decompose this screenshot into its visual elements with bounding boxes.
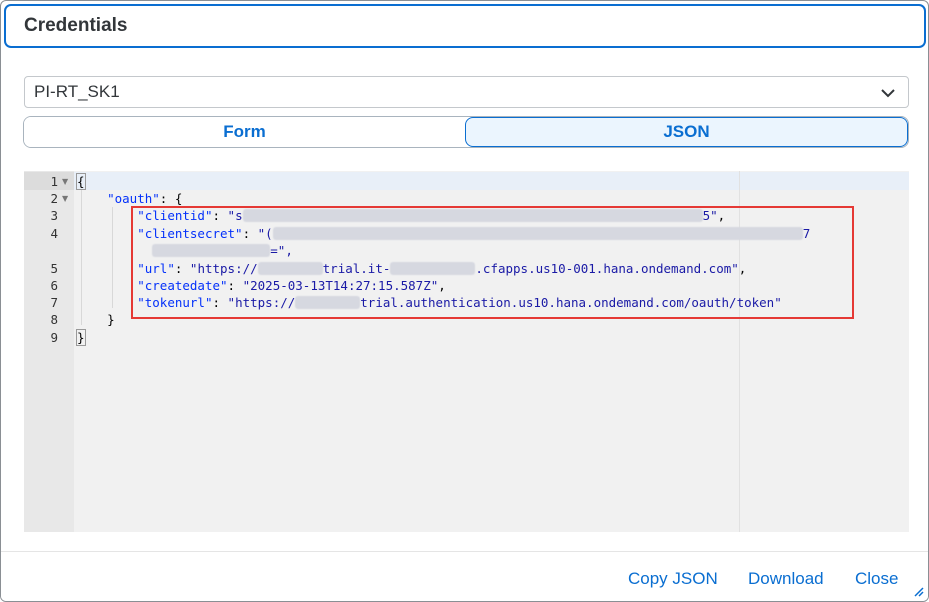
- close-button[interactable]: Close: [855, 569, 898, 589]
- json-tab-button[interactable]: JSON: [465, 117, 908, 147]
- form-tab-button[interactable]: Form: [24, 117, 465, 147]
- line-number: 9: [50, 330, 58, 345]
- code-line-8: }: [107, 312, 115, 327]
- code-line-7: "tokenurl": "https://trial.authenticatio…: [137, 295, 782, 310]
- line-number: 8: [50, 312, 58, 327]
- copy-json-button[interactable]: Copy JSON: [628, 569, 718, 589]
- code-line-2: "oauth": {: [107, 191, 183, 206]
- dialog-footer: Copy JSON Download Close: [1, 551, 928, 601]
- dialog-title: Credentials: [24, 15, 128, 36]
- line-number: 1: [50, 174, 58, 189]
- redacted-text: [295, 296, 361, 309]
- line-number: 7: [50, 295, 58, 310]
- code-line-4-wrap: =",: [77, 243, 293, 258]
- active-line-highlight: [24, 172, 909, 190]
- code-line-3: "clientid": "s 5",: [137, 208, 726, 223]
- view-mode-segmented-button: Form JSON: [23, 116, 909, 148]
- credentials-dialog: Credentials PI-RT_SK1 Form JSON 1 2 3 4 …: [0, 0, 929, 602]
- credential-select-value: PI-RT_SK1: [34, 82, 120, 101]
- redacted-text: [272, 227, 803, 240]
- line-number: 3: [50, 208, 58, 223]
- redacted-text: [257, 262, 323, 275]
- resize-handle-icon[interactable]: [912, 585, 924, 597]
- code-line-5: "url": "https://trial.it- .cfapps.us10-00…: [137, 261, 747, 276]
- line-number: 6: [50, 278, 58, 293]
- line-number: 5: [50, 261, 58, 276]
- download-button[interactable]: Download: [748, 569, 824, 589]
- code-line-9: }: [76, 329, 86, 346]
- credential-select[interactable]: PI-RT_SK1: [24, 76, 909, 108]
- code-line-4: "clientsecret": "(7: [137, 226, 811, 241]
- redacted-text: [242, 209, 703, 222]
- redacted-text: [152, 244, 271, 257]
- code-line-6: "createdate": "2025-03-13T14:27:15.587Z"…: [137, 278, 446, 293]
- dialog-header: Credentials: [4, 4, 926, 48]
- fold-arrow-icon[interactable]: ▼: [62, 177, 70, 186]
- line-number: 2: [50, 191, 58, 206]
- line-number: 4: [50, 226, 58, 241]
- fold-arrow-icon[interactable]: ▼: [62, 194, 70, 203]
- chevron-down-icon: [881, 89, 895, 98]
- redacted-text: [390, 262, 476, 275]
- code-line-1: {: [76, 173, 86, 190]
- json-code-editor[interactable]: 1 2 3 4 5 6 7 8 9 ▼ ▼ { "oauth": { "clie…: [24, 171, 909, 532]
